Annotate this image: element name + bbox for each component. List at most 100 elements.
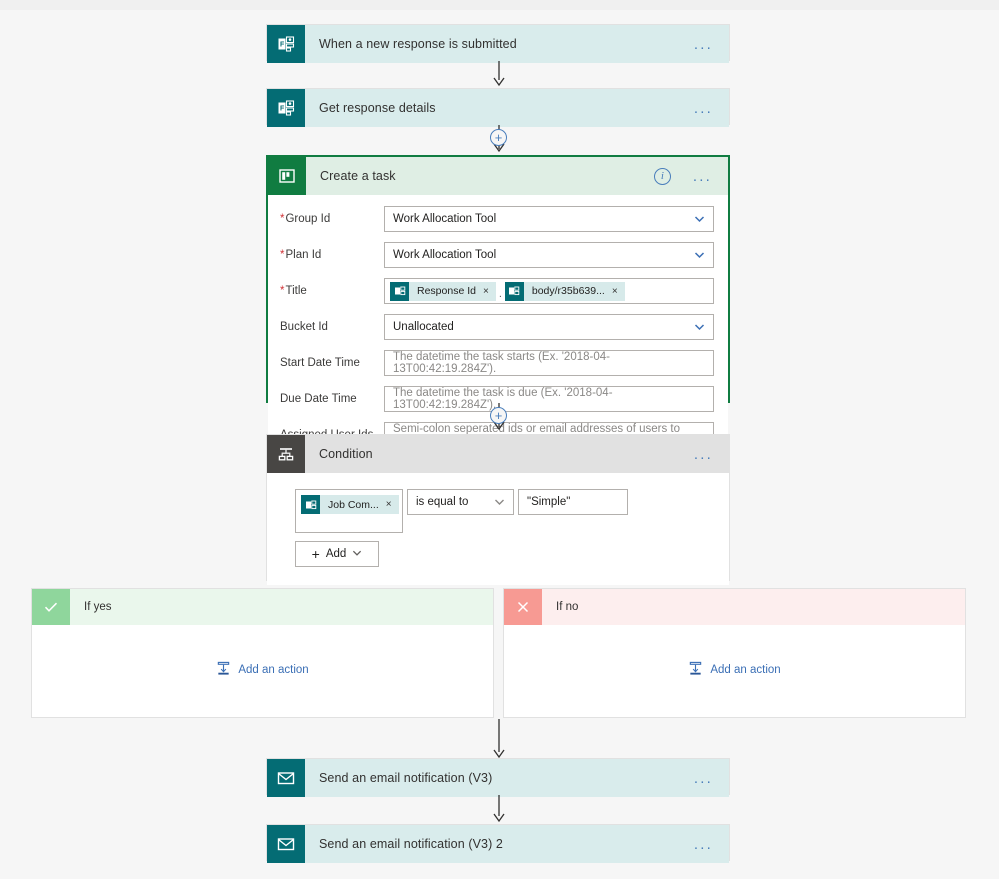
remove-token-icon[interactable]: ×	[483, 286, 496, 297]
step-title: When a new response is submitted	[319, 37, 517, 51]
title-input[interactable]: Response Id × . body/r35b639... ×	[384, 278, 714, 304]
field-label: Due Date Time	[280, 393, 357, 405]
step-header[interactable]: Send an email notification (V3) ...	[267, 759, 729, 797]
step-header[interactable]: F When a new response is submitted ...	[267, 25, 729, 63]
microsoft-forms-icon: F	[267, 89, 305, 127]
token-label: body/r35b639...	[531, 285, 605, 297]
dynamic-content-token[interactable]: Job Com... ×	[301, 495, 399, 514]
field-label: Bucket Id	[280, 321, 328, 333]
chevron-down-icon[interactable]	[352, 548, 362, 561]
chevron-down-icon[interactable]	[694, 250, 705, 261]
checkmark-icon	[32, 589, 70, 625]
add-action-icon	[216, 661, 231, 679]
field-row-title: *Title Response Id × . body/r35b639... ×	[268, 277, 728, 305]
start-date-time-input[interactable]: The datetime the task starts (Ex. '2018-…	[384, 350, 714, 376]
operator-value: is equal to	[416, 496, 469, 508]
add-an-action-button-yes[interactable]: Add an action	[216, 661, 309, 679]
condition-left-operand[interactable]: Job Com... ×	[295, 489, 403, 533]
branch-header: If yes	[32, 589, 493, 625]
field-label: *Plan Id	[280, 249, 322, 261]
step-title: Send an email notification (V3)	[319, 771, 493, 785]
step-menu-button[interactable]: ...	[678, 771, 729, 786]
step-card-create-a-task[interactable]: Create a task i ... *Group Id Work Alloc…	[266, 155, 730, 463]
step-title: Send an email notification (V3) 2	[319, 837, 503, 851]
step-title: Get response details	[319, 101, 436, 115]
add-an-action-button-no[interactable]: Add an action	[688, 661, 781, 679]
condition-row: Job Com... × is equal to "Simple"	[295, 489, 729, 533]
add-action-icon	[688, 661, 703, 679]
forms-token-icon	[504, 281, 524, 301]
step-title: Condition	[319, 447, 373, 461]
chevron-down-icon[interactable]	[694, 322, 705, 333]
insert-step-button[interactable]: +	[490, 407, 507, 424]
step-title: Create a task	[320, 169, 396, 183]
step-card-send-email-2[interactable]: Send an email notification (V3) 2 ...	[266, 824, 730, 863]
step-card-condition[interactable]: Condition ... Job Com... × is equal to "…	[266, 434, 730, 585]
group-id-dropdown[interactable]: Work Allocation Tool	[384, 206, 714, 232]
insert-step-button[interactable]: +	[490, 129, 507, 146]
step-menu-button[interactable]: ...	[678, 101, 729, 116]
plan-id-dropdown[interactable]: Work Allocation Tool	[384, 242, 714, 268]
svg-text:F: F	[280, 106, 285, 113]
token-separator: .	[498, 288, 502, 300]
condition-body: Job Com... × is equal to "Simple" + Add	[267, 473, 729, 585]
dynamic-content-token[interactable]: Response Id ×	[390, 281, 496, 301]
branch-body: Add an action	[32, 625, 493, 715]
chevron-down-icon[interactable]	[494, 497, 505, 508]
branch-header: If no	[504, 589, 965, 625]
branch-label: If no	[556, 601, 579, 613]
cross-icon	[504, 589, 542, 625]
flow-designer-canvas: F When a new response is submitted ... F	[0, 0, 999, 879]
forms-token-icon	[390, 281, 409, 301]
dynamic-content-token[interactable]: body/r35b639... ×	[504, 281, 625, 301]
forms-token-icon	[301, 495, 320, 514]
branch-if-yes[interactable]: If yes Add an action	[31, 588, 494, 718]
step-header[interactable]: F Get response details ...	[267, 89, 729, 127]
plus-icon: +	[311, 546, 320, 562]
field-label: *Title	[280, 285, 307, 297]
branch-body: Add an action	[504, 625, 965, 715]
field-value: Unallocated	[393, 321, 454, 333]
due-date-time-input[interactable]: The datetime the task is due (Ex. '2018-…	[384, 386, 714, 412]
token-label: Response Id	[417, 285, 476, 297]
email-icon	[267, 825, 305, 863]
chevron-down-icon[interactable]	[694, 214, 705, 225]
add-label: Add	[325, 548, 347, 560]
remove-token-icon[interactable]: ×	[612, 286, 625, 297]
branch-if-no[interactable]: If no Add an action	[503, 588, 966, 718]
connector-arrow	[493, 795, 505, 823]
remove-token-icon[interactable]: ×	[386, 499, 399, 510]
step-menu-button[interactable]: ...	[678, 447, 729, 462]
branch-label: If yes	[84, 601, 112, 613]
step-card-trigger[interactable]: F When a new response is submitted ...	[266, 24, 730, 63]
field-row-bucket-id: Bucket Id Unallocated	[268, 313, 728, 341]
condition-branch-icon	[267, 435, 305, 473]
step-header[interactable]: Create a task i ...	[268, 157, 728, 195]
add-action-label: Add an action	[238, 664, 309, 676]
field-row-group-id: *Group Id Work Allocation Tool	[268, 205, 728, 233]
add-condition-button[interactable]: + Add	[295, 541, 379, 567]
field-value: Work Allocation Tool	[393, 249, 497, 261]
step-menu-button[interactable]: ...	[678, 37, 729, 52]
step-card-get-response-details[interactable]: F Get response details ...	[266, 88, 730, 127]
add-action-label: Add an action	[710, 664, 781, 676]
step-header[interactable]: Condition ...	[267, 435, 729, 473]
step-header[interactable]: Send an email notification (V3) 2 ...	[267, 825, 729, 863]
email-icon	[267, 759, 305, 797]
condition-operator-dropdown[interactable]: is equal to	[407, 489, 514, 515]
step-menu-button[interactable]: ...	[677, 169, 728, 184]
token-label: Job Com...	[328, 498, 379, 511]
canvas-top-band	[0, 0, 999, 10]
svg-text:F: F	[280, 42, 285, 49]
bucket-id-dropdown[interactable]: Unallocated	[384, 314, 714, 340]
step-menu-button[interactable]: ...	[678, 837, 729, 852]
step-card-send-email-1[interactable]: Send an email notification (V3) ...	[266, 758, 730, 797]
microsoft-planner-icon	[268, 157, 306, 195]
field-label: *Group Id	[280, 213, 331, 225]
field-row-plan-id: *Plan Id Work Allocation Tool	[268, 241, 728, 269]
info-icon[interactable]: i	[653, 167, 671, 185]
field-row-start-date-time: Start Date Time The datetime the task st…	[268, 349, 728, 377]
condition-value-input[interactable]: "Simple"	[518, 489, 628, 515]
connector-arrow	[493, 719, 505, 759]
microsoft-forms-icon: F	[267, 25, 305, 63]
